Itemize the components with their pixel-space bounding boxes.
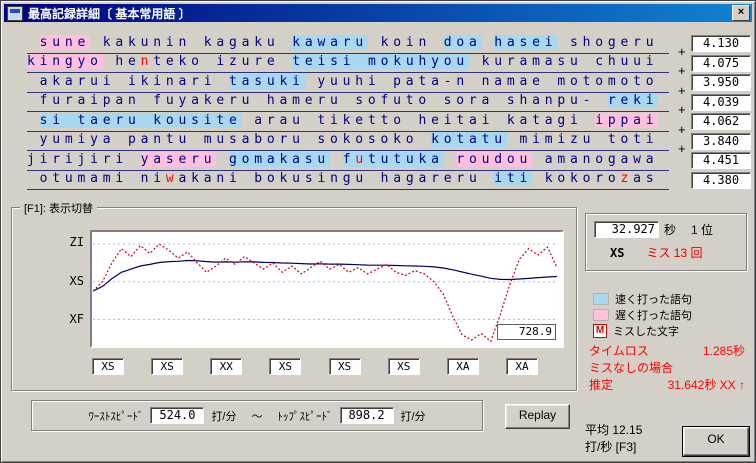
range-tilde: 〜 (251, 410, 263, 423)
plus-sign: + (678, 121, 686, 137)
line-time: 4.062 (691, 113, 751, 131)
line-time: 4.451 (691, 152, 751, 170)
line-rank-8: XA (505, 358, 538, 375)
place-label: 1 位 (691, 223, 714, 237)
line-rank-7: XA (446, 358, 479, 375)
legend-miss: M ミスした文字 (593, 323, 692, 339)
legend-slow: 遅く打った語句 (593, 307, 692, 323)
line-time: 4.075 (691, 54, 751, 72)
top-speed-value: 898.2 (339, 407, 394, 424)
total-time-unit: 秒 (664, 223, 677, 237)
line-text: furaipan fuyakeru hameru sofuto sora sha… (27, 92, 669, 113)
average-speed-block: 平均 12.15 打/秒 [F3] (585, 422, 642, 456)
line-rank-3: XX (210, 358, 243, 375)
line-rank-5: XS (328, 358, 361, 375)
line-text: jirijiri yaseru gomakasu fututuka roudou… (27, 151, 669, 171)
top-speed-label: ﾄｯﾌﾟｽﾋﾟｰﾄﾞ (277, 410, 333, 423)
total-time-row: 32.927 秒 1 位 (594, 221, 738, 238)
timeloss-label: タイムロス (589, 344, 649, 358)
worst-speed-value: 524.0 (150, 407, 205, 424)
record-stats-panel: 32.927 秒 1 位 XS ミス 13 回 (585, 213, 747, 271)
line-rank-1: XS (92, 358, 124, 375)
plus-sign: + (678, 82, 686, 98)
line-rank-4: XS (269, 358, 302, 375)
close-icon[interactable]: × (732, 5, 750, 21)
line-time: 4.380 (691, 171, 751, 189)
line-time: 3.840 (691, 132, 751, 150)
total-time-value: 32.927 (594, 221, 659, 238)
nomiss-line: ミスなしの場合 (589, 361, 674, 375)
plus-sign: + (678, 102, 686, 118)
worst-speed-unit: 打/分 (211, 410, 237, 423)
legend-slow-label: 遅く打った語句 (615, 310, 692, 322)
miss-symbol-swatch: M (593, 324, 607, 338)
timeloss-line: タイムロス 1.285秒 (589, 343, 745, 360)
ok-button[interactable]: OK (682, 426, 750, 457)
graph-groupbox-label: [F1]: 表示切替 (20, 200, 98, 216)
legend-fast-label: 速く打った語句 (615, 294, 692, 306)
replay-button[interactable]: Replay (505, 404, 570, 429)
word-lines: sune kakunin kagaku kawaru koin doa hase… (27, 34, 751, 191)
title-bar: 最高記録詳細〔 基本常用語 〕 × (4, 4, 752, 22)
timeloss-block: タイムロス 1.285秒 ミスなしの場合 推定 31.642秒 XX ↑ (589, 343, 745, 394)
average-line2: 打/秒 [F3] (585, 440, 637, 454)
fast-color-swatch (593, 293, 609, 305)
top-speed-unit: 打/分 (400, 410, 426, 423)
app-icon (7, 5, 23, 21)
speed-graph-svg (93, 243, 557, 343)
timeloss-value: 1.285秒 (702, 344, 745, 358)
speed-range-panel: ﾜｰｽﾄｽﾋﾟｰﾄﾞ 524.0 打/分 〜 ﾄｯﾌﾟｽﾋﾟｰﾄﾞ 898.2 … (31, 400, 483, 431)
line-text: akarui ikinari tasuki yuuhi pata-n namae… (27, 73, 669, 93)
text-line: jirijiri yaseru gomakasu fututuka roudou… (27, 141, 751, 171)
miss-count: ミス 13 回 (646, 246, 703, 260)
y-axis-label-xf: XF (69, 312, 84, 326)
average-line1: 平均 12.15 (585, 423, 643, 437)
highlight-legend: 速く打った語句 遅く打った語句 M ミスした文字 (593, 291, 692, 339)
text-line: si taeru kousite arau tiketto heitai kat… (27, 102, 751, 132)
plus-sign: + (678, 43, 686, 59)
plus-sign: + (678, 63, 686, 79)
plus-sign: + (678, 141, 686, 157)
line-rank-2: XS (151, 358, 184, 375)
line-time: 3.950 (691, 74, 751, 92)
line-time: 4.130 (691, 35, 751, 53)
text-line: sune kakunin kagaku kawaru koin doa hase… (27, 34, 751, 54)
window-title: 最高記録詳細〔 基本常用語 〕 (28, 6, 191, 21)
graph-groupbox: [F1]: 表示切替 ZI XS XF 728.9 XS XS XX XS XS… (11, 200, 577, 391)
text-line: yumiya pantu musaboru sokosoko kotatu mi… (27, 122, 751, 152)
current-speed-value: 728.9 (497, 324, 556, 340)
line-text: si taeru kousite arau tiketto heitai kat… (27, 112, 669, 132)
line-rank-row: XS XS XX XS XS XS XA XA (92, 358, 538, 375)
y-axis-label-zi: ZI (69, 235, 84, 249)
overall-rank: XS (610, 245, 625, 260)
slow-color-swatch (593, 309, 609, 321)
line-text: kingyo henteko izure teisi mokuhyou kura… (27, 53, 669, 74)
results-window: 最高記録詳細〔 基本常用語 〕 × sune kakunin kagaku ka… (0, 0, 756, 463)
estimate-label: 推定 (589, 378, 614, 392)
text-line: akarui ikinari tasuki yuuhi pata-n namae… (27, 63, 751, 93)
line-rank-6: XS (387, 358, 420, 375)
worst-speed-label: ﾜｰｽﾄｽﾋﾟｰﾄﾞ (88, 410, 144, 423)
estimate-value: 31.642秒 XX ↑ (667, 378, 745, 392)
y-axis-label-xs: XS (69, 274, 84, 288)
text-line: otumami niwakani bokusingu hagareru iti … (27, 171, 751, 191)
estimate-line: 推定 31.642秒 XX ↑ (589, 377, 745, 394)
text-line: kingyo henteko izure teisi mokuhyou kura… (27, 44, 751, 74)
rank-miss-row: XS ミス 13 回 (594, 244, 738, 261)
legend-miss-label: ミスした文字 (613, 326, 679, 338)
text-line: furaipan fuyakeru hameru sofuto sora sha… (27, 83, 751, 113)
legend-fast: 速く打った語句 (593, 291, 692, 307)
line-text: otumami niwakani bokusingu hagareru iti … (27, 170, 669, 191)
line-text: sune kakunin kagaku kawaru koin doa hase… (27, 34, 669, 54)
line-text: yumiya pantu musaboru sokosoko kotatu mi… (27, 131, 669, 152)
line-time: 4.039 (691, 93, 751, 111)
speed-graph: 728.9 (90, 230, 564, 348)
